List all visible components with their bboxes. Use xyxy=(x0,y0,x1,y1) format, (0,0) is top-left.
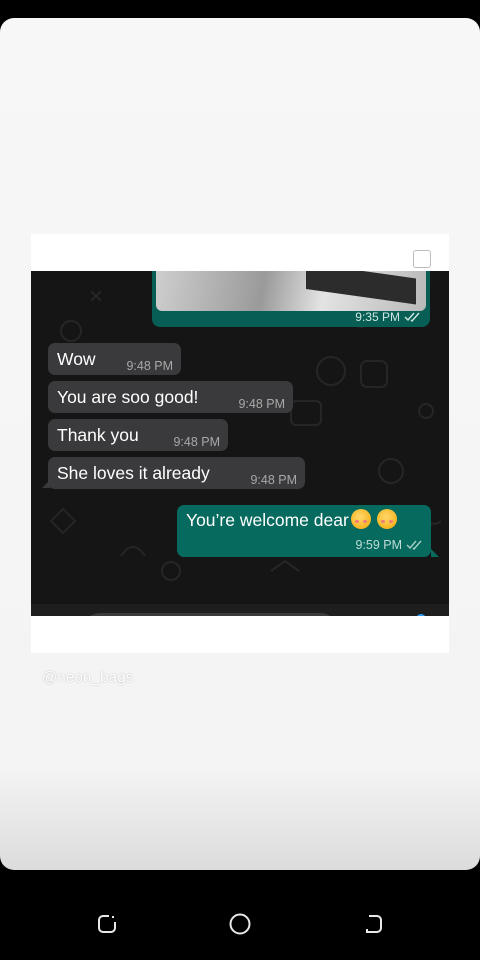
message-text: Thank you xyxy=(57,425,139,445)
message-input[interactable] xyxy=(83,613,337,616)
bubble-tail xyxy=(431,549,439,557)
status-bar xyxy=(0,0,480,18)
system-navigation-bar xyxy=(0,870,480,960)
message-bubble-incoming[interactable]: You are soo good! 9:48 PM xyxy=(48,381,293,413)
composer-bar xyxy=(31,604,449,616)
chat-view: 9:35 PM Wow 9:48 PM You are soo good! 9:… xyxy=(31,271,449,616)
photo-thumbnail[interactable] xyxy=(156,271,426,311)
screenshot-post: 9:35 PM Wow 9:48 PM You are soo good! 9:… xyxy=(31,234,449,653)
double-check-icon xyxy=(406,540,422,550)
watermark-handle: @neon_bags xyxy=(42,669,134,686)
message-bubble-incoming[interactable]: Thank you 9:48 PM xyxy=(48,419,228,451)
microphone-icon[interactable] xyxy=(411,613,431,616)
message-time: 9:48 PM xyxy=(173,435,220,449)
image-message[interactable]: 9:35 PM xyxy=(152,271,430,327)
select-checkbox[interactable] xyxy=(413,250,431,268)
message-time: 9:48 PM xyxy=(250,473,297,487)
message-time: 9:59 PM xyxy=(355,538,402,552)
message-text: You are soo good! xyxy=(57,387,199,407)
message-meta: 9:59 PM xyxy=(355,535,424,555)
smiling-face-with-hearts-icon xyxy=(350,509,371,529)
story-card: 9:35 PM Wow 9:48 PM You are soo good! 9:… xyxy=(0,18,480,870)
message-text: Wow xyxy=(57,349,96,369)
smiling-face-with-hearts-icon xyxy=(376,509,397,529)
double-check-icon xyxy=(404,312,420,322)
message-text-content: You’re welcome dear xyxy=(186,510,349,530)
message-time: 9:35 PM xyxy=(355,310,400,324)
home-icon[interactable] xyxy=(228,912,252,936)
message-time: 9:48 PM xyxy=(126,359,173,373)
message-text: She loves it already xyxy=(57,463,210,483)
image-message-meta: 9:35 PM xyxy=(355,310,422,324)
message-time: 9:48 PM xyxy=(238,397,285,411)
message-bubble-incoming[interactable]: She loves it already 9:48 PM xyxy=(48,457,305,489)
message-text: You’re welcome dear xyxy=(186,505,397,535)
message-bubble-outgoing[interactable]: You’re welcome dear 9:59 PM xyxy=(177,505,431,557)
message-bubble-incoming[interactable]: Wow 9:48 PM xyxy=(48,343,181,375)
recents-icon[interactable] xyxy=(95,912,119,936)
back-icon[interactable] xyxy=(361,912,385,936)
